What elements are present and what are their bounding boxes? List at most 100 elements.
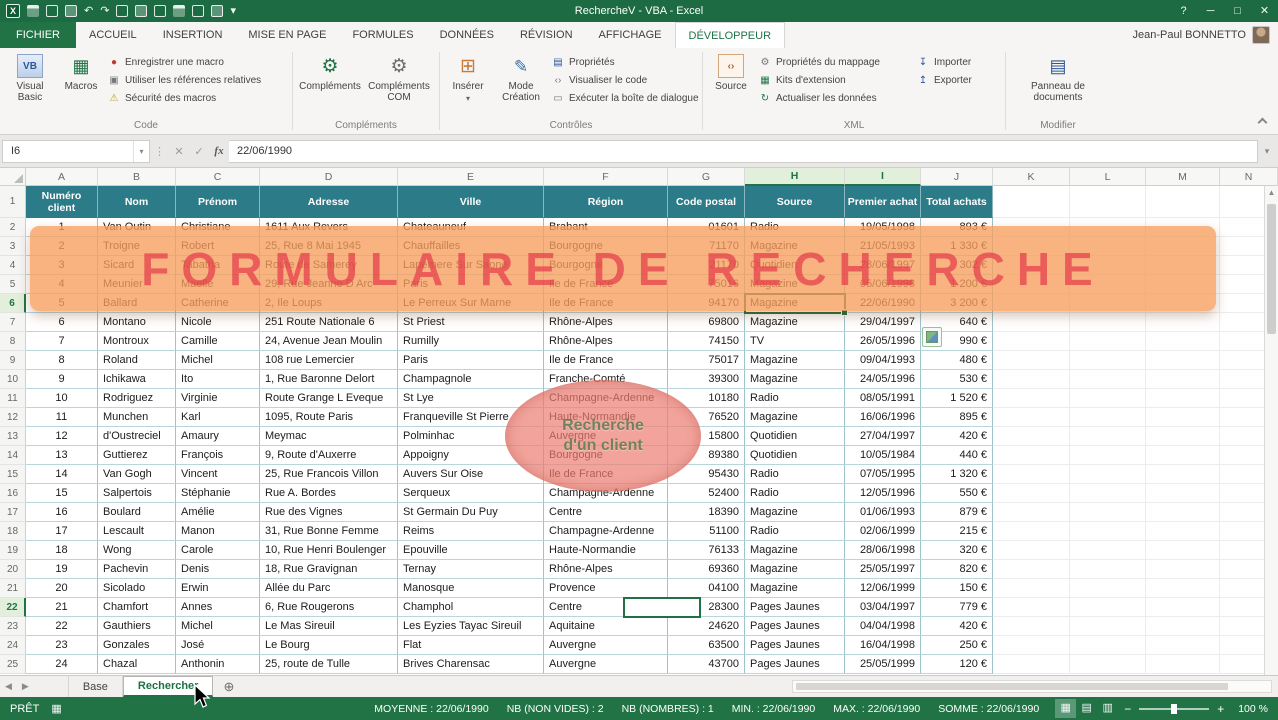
empty-cell[interactable] — [1146, 484, 1220, 503]
cell[interactable]: 04100 — [668, 579, 745, 598]
empty-cell[interactable] — [993, 522, 1070, 541]
qat-icon[interactable] — [192, 5, 205, 17]
empty-cell[interactable] — [1146, 465, 1220, 484]
empty-cell[interactable] — [1070, 598, 1146, 617]
row-header-2[interactable]: 2 — [0, 218, 26, 237]
cell[interactable]: 25, route de Tulle — [260, 655, 398, 674]
record-macro-button[interactable]: ● Enregistrer une macro — [107, 55, 261, 70]
cell[interactable]: 1 520 € — [921, 389, 993, 408]
cell[interactable]: 1, Rue Baronne Delort — [260, 370, 398, 389]
cell[interactable]: Rhône-Alpes — [544, 313, 668, 332]
cell[interactable]: 13 — [26, 446, 98, 465]
empty-cell[interactable] — [1146, 503, 1220, 522]
empty-cell[interactable] — [1146, 351, 1220, 370]
cell[interactable]: 215 € — [921, 522, 993, 541]
cell[interactable]: Rhône-Alpes — [544, 560, 668, 579]
relative-references-button[interactable]: ▣ Utiliser les références relatives — [107, 73, 261, 88]
row-header-17[interactable]: 17 — [0, 503, 26, 522]
cell[interactable]: 20 — [26, 579, 98, 598]
cell[interactable]: 8 — [26, 351, 98, 370]
cell[interactable]: 03/04/1997 — [845, 598, 921, 617]
cell[interactable]: François — [176, 446, 260, 465]
undo-icon[interactable]: ↶ — [84, 5, 93, 17]
column-header-H[interactable]: H — [745, 168, 845, 186]
cell[interactable]: 18390 — [668, 503, 745, 522]
row-header-12[interactable]: 12 — [0, 408, 26, 427]
cell[interactable]: Rumilly — [398, 332, 544, 351]
cell[interactable]: Erwin — [176, 579, 260, 598]
horizontal-scrollbar[interactable] — [792, 680, 1272, 693]
empty-cell[interactable] — [1070, 370, 1146, 389]
user-avatar[interactable] — [1252, 26, 1270, 44]
empty-cell[interactable] — [1146, 446, 1220, 465]
table-header-cell[interactable]: Nom — [98, 186, 176, 218]
column-header-I[interactable]: I — [845, 168, 921, 186]
cell[interactable]: 15 — [26, 484, 98, 503]
formula-input[interactable]: 22/06/1990 — [229, 139, 1258, 163]
confirm-entry-icon[interactable]: ✓ — [189, 145, 209, 158]
vertical-scrollbar[interactable]: ▲ — [1264, 186, 1278, 675]
empty-cell[interactable] — [1146, 541, 1220, 560]
cell[interactable]: Ichikawa — [98, 370, 176, 389]
empty-cell[interactable] — [1070, 560, 1146, 579]
cell[interactable]: 9 — [26, 370, 98, 389]
cell[interactable]: 530 € — [921, 370, 993, 389]
new-sheet-icon[interactable]: ⊕ — [213, 679, 244, 695]
empty-cell[interactable] — [1070, 617, 1146, 636]
row-header-6[interactable]: 6 — [0, 294, 26, 313]
save-icon[interactable] — [27, 5, 39, 17]
cell[interactable]: 12/06/1999 — [845, 579, 921, 598]
zoom-level[interactable]: 100 % — [1230, 703, 1278, 715]
cell[interactable]: Paris — [398, 351, 544, 370]
cell[interactable]: Quotidien — [745, 446, 845, 465]
cell[interactable]: 420 € — [921, 617, 993, 636]
cell[interactable]: 25/05/1997 — [845, 560, 921, 579]
empty-cell[interactable] — [993, 389, 1070, 408]
cell[interactable]: Manon — [176, 522, 260, 541]
cell[interactable]: 550 € — [921, 484, 993, 503]
cell[interactable]: 6, Rue Rougerons — [260, 598, 398, 617]
empty-cell[interactable] — [1070, 541, 1146, 560]
cell[interactable]: Carole — [176, 541, 260, 560]
empty-cell[interactable] — [993, 332, 1070, 351]
row-header-7[interactable]: 7 — [0, 313, 26, 332]
cell[interactable]: 76133 — [668, 541, 745, 560]
cell[interactable]: Magazine — [745, 579, 845, 598]
cell[interactable]: Manosque — [398, 579, 544, 598]
cell[interactable]: Pages Jaunes — [745, 598, 845, 617]
cell[interactable]: 16 — [26, 503, 98, 522]
cell[interactable]: Camille — [176, 332, 260, 351]
empty-cell[interactable] — [993, 351, 1070, 370]
cell[interactable]: 11 — [26, 408, 98, 427]
properties-button[interactable]: ▤ Propriétés — [551, 55, 699, 70]
import-button[interactable]: ↧ Importer — [916, 55, 990, 70]
empty-cell[interactable] — [1070, 465, 1146, 484]
cell[interactable]: Michel — [176, 617, 260, 636]
tab-mise-en-page[interactable]: MISE EN PAGE — [235, 22, 339, 48]
cell[interactable]: 24620 — [668, 617, 745, 636]
visual-basic-button[interactable]: VB Visual Basic — [3, 50, 57, 119]
cell[interactable]: Michel — [176, 351, 260, 370]
cell[interactable]: Ito — [176, 370, 260, 389]
zoom-slider-thumb[interactable] — [1171, 703, 1178, 714]
run-dialog-button[interactable]: ▭ Exécuter la boîte de dialogue — [551, 91, 698, 106]
email-icon[interactable] — [46, 5, 58, 17]
cell[interactable]: 12 — [26, 427, 98, 446]
cell[interactable]: 24, Avenue Jean Moulin — [260, 332, 398, 351]
empty-cell[interactable] — [993, 655, 1070, 674]
empty-cell[interactable] — [993, 313, 1070, 332]
expansion-packs-button[interactable]: ▦ Kits d'extension — [758, 73, 912, 88]
cell[interactable]: Amélie — [176, 503, 260, 522]
cell[interactable]: 22 — [26, 617, 98, 636]
page-break-view-icon[interactable]: ▥ — [1097, 699, 1118, 718]
cell[interactable]: Nicole — [176, 313, 260, 332]
cell[interactable]: 480 € — [921, 351, 993, 370]
map-properties-button[interactable]: ⚙ Propriétés du mappage — [758, 55, 912, 70]
empty-cell[interactable] — [993, 427, 1070, 446]
table-header-cell[interactable]: Total achats — [921, 186, 993, 218]
row-header-20[interactable]: 20 — [0, 560, 26, 579]
cell[interactable]: 18 — [26, 541, 98, 560]
cell[interactable]: 895 € — [921, 408, 993, 427]
cell[interactable]: 25, Rue Francois Villon — [260, 465, 398, 484]
empty-cell[interactable] — [1070, 408, 1146, 427]
